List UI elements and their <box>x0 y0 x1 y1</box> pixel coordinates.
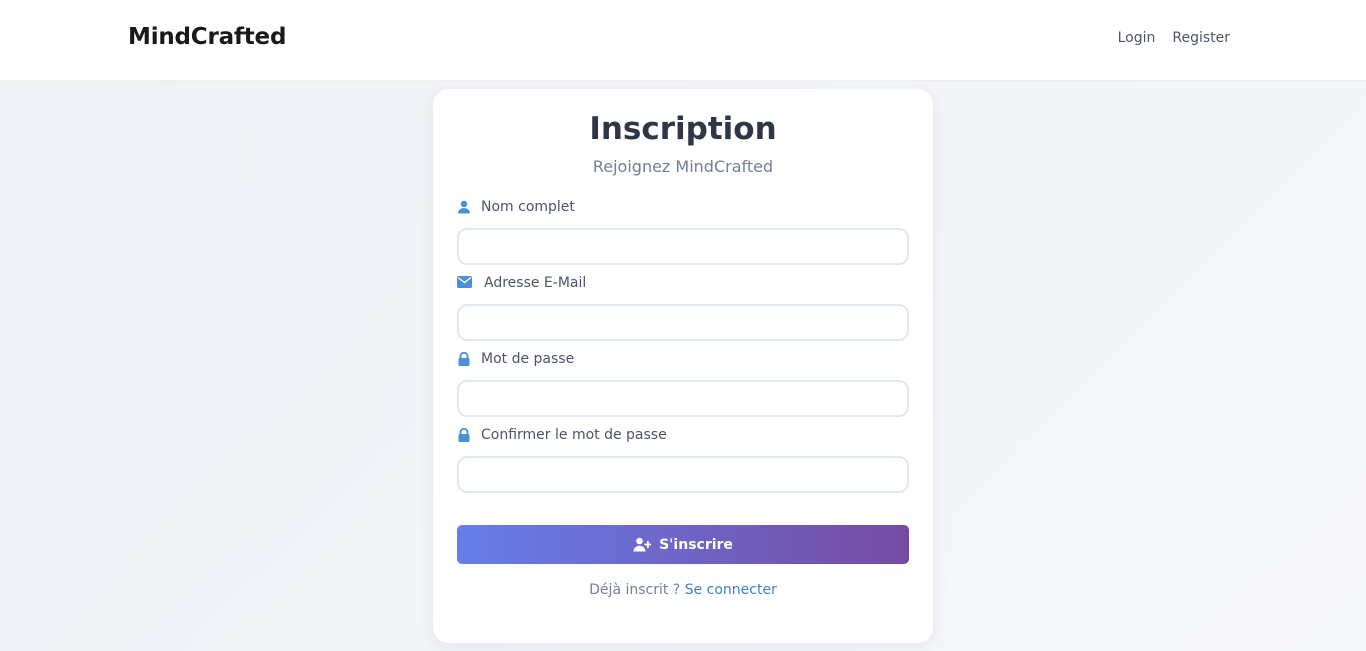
user-plus-icon <box>633 537 652 552</box>
email-label: Adresse E-Mail <box>457 275 586 291</box>
email-input[interactable] <box>457 304 909 341</box>
name-label: Nom complet <box>457 199 575 215</box>
password-label: Mot de passe <box>457 351 574 367</box>
nav-login-link[interactable]: Login <box>1118 30 1156 46</box>
nav-register-link[interactable]: Register <box>1172 30 1230 46</box>
form-title: Inscription <box>589 111 777 147</box>
register-submit-label: S'inscrire <box>659 536 733 553</box>
register-card: Inscription Rejoignez MindCrafted Nom co… <box>433 89 933 643</box>
envelope-icon <box>457 276 472 290</box>
register-submit-button[interactable]: S'inscrire <box>457 525 909 564</box>
brand-logo[interactable]: MindCrafted <box>128 24 286 50</box>
lock-icon <box>457 428 471 442</box>
email-label-text: Adresse E-Mail <box>484 275 587 291</box>
login-prompt: Déjà inscrit ? Se connecter <box>433 582 933 598</box>
name-label-text: Nom complet <box>481 199 575 215</box>
password-label-text: Mot de passe <box>481 351 575 367</box>
form-subtitle: Rejoignez MindCrafted <box>592 157 774 176</box>
confirm-password-label: Confirmer le mot de passe <box>457 427 667 443</box>
confirm-password-label-text: Confirmer le mot de passe <box>481 427 667 443</box>
name-input[interactable] <box>457 228 909 265</box>
login-prompt-text: Déjà inscrit ? <box>589 582 685 598</box>
lock-icon <box>457 352 471 366</box>
confirm-password-input[interactable] <box>457 456 909 493</box>
nav-links: Login Register <box>1118 30 1230 46</box>
top-navbar: MindCrafted Login Register <box>0 0 1366 81</box>
password-input[interactable] <box>457 380 909 417</box>
login-link[interactable]: Se connecter <box>685 582 777 598</box>
user-icon <box>457 200 471 214</box>
